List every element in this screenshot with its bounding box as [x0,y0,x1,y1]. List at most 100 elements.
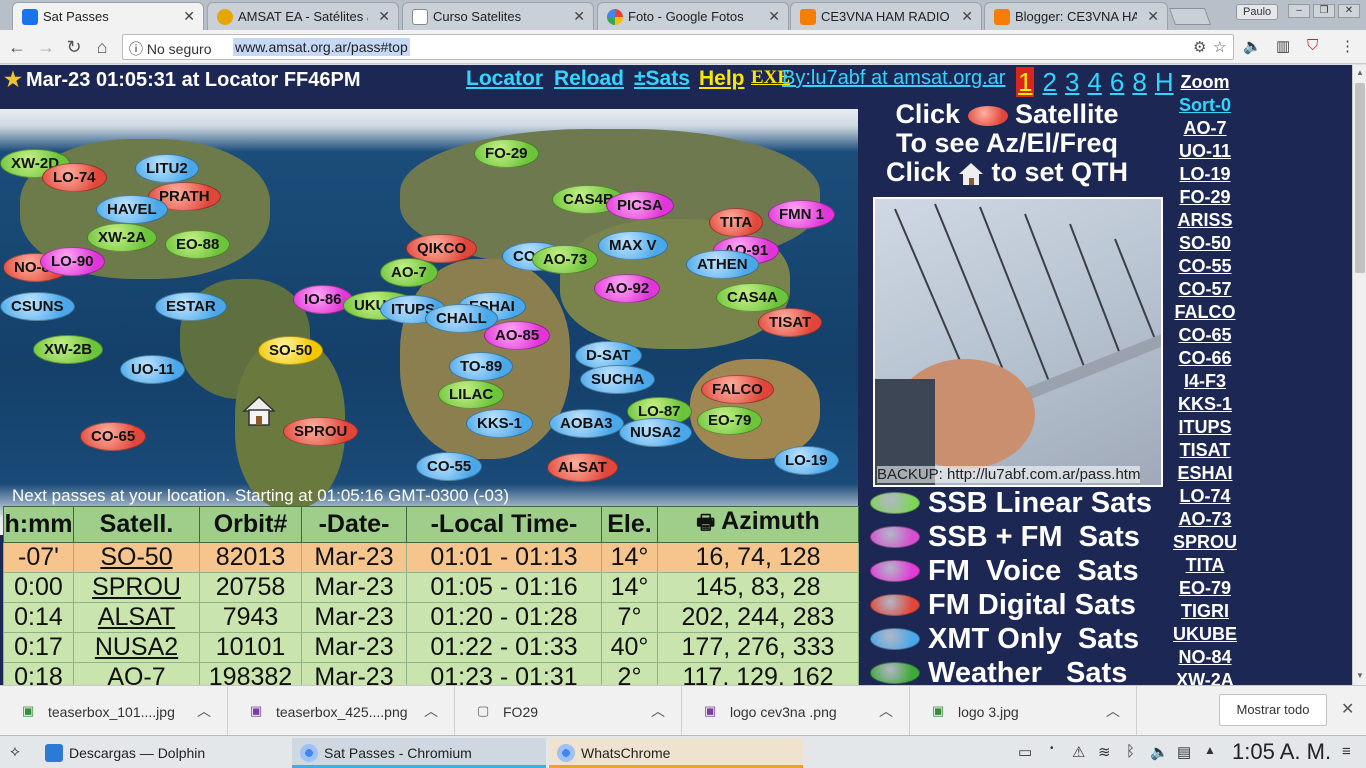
satellite-list-link[interactable]: FALCO [1168,301,1242,324]
satellite-list-link[interactable]: CO-65 [1168,324,1242,347]
satellite-marker[interactable]: AO-73 [532,245,599,274]
download-item[interactable]: ▣ teaserbox_101....jpg ︿ [0,686,228,736]
satellite-marker[interactable]: HAVEL [96,195,168,224]
chevron-up-icon[interactable]: ▲ [1204,743,1216,757]
satellite-list-link[interactable]: CO-57 [1168,278,1242,301]
download-item[interactable]: ▣ logo 3.jpg ︿ [910,686,1137,736]
satellite-list-link[interactable]: Sort-0 [1168,94,1242,117]
scrollbar-thumb[interactable] [1355,83,1365,273]
chevron-up-icon[interactable]: ︿ [424,701,438,721]
close-tab-icon[interactable]: ✕ [1147,8,1159,25]
satellite-list-link[interactable]: KKS-1 [1168,393,1242,416]
new-tab-button[interactable] [1168,8,1212,25]
satellite-marker[interactable]: XW-2B [33,335,104,364]
author-link[interactable]: By:lu7abf at amsat.org.ar [782,67,1005,90]
satellite-marker[interactable]: SPROU [283,417,359,446]
clipboard-icon[interactable]: ▤ [1177,743,1191,761]
chevron-up-icon[interactable]: ︿ [879,701,893,721]
satellite-marker[interactable]: PICSA [606,191,674,220]
locator-link[interactable]: Locator [466,67,543,91]
satellite-list-link[interactable]: SO-50 [1168,232,1242,255]
reload-link[interactable]: Reload [554,67,624,91]
minimize-button[interactable]: – [1288,4,1310,18]
satellite-marker[interactable]: AO-85 [484,321,551,350]
chevron-up-icon[interactable]: ︿ [197,701,211,721]
satellite-list-link[interactable]: AO-73 [1168,508,1242,531]
download-item[interactable]: ▢ FO29 ︿ [455,686,682,736]
satellite-list-link[interactable]: EO-79 [1168,577,1242,600]
back-icon[interactable]: ← [6,37,28,58]
download-item[interactable]: ▣ teaserbox_425....png ︿ [228,686,455,736]
extension-icon[interactable]: ▥ [1276,37,1290,55]
profile-button[interactable]: Paulo [1236,4,1279,20]
satellite-list-link[interactable]: UKUBE [1168,623,1242,646]
satellite-marker[interactable]: FALCO [701,375,774,404]
satellite-marker[interactable]: TISAT [758,308,823,337]
satellite-cell[interactable]: SPROU [73,572,200,603]
home-qth-icon[interactable] [242,395,276,427]
chevron-up-icon[interactable]: ︿ [1106,701,1120,721]
satellite-marker[interactable]: LILAC [438,380,505,409]
launcher-icon[interactable]: ⟡ [10,743,20,760]
task-dolphin[interactable]: Descargas — Dolphin [37,738,289,768]
show-all-downloads-button[interactable]: Mostrar todo [1219,694,1327,726]
page-link[interactable]: 6 [1110,67,1124,97]
close-downloads-icon[interactable]: ✕ [1341,699,1354,719]
satellite-list-link[interactable]: AO-7 [1168,117,1242,140]
satellite-marker[interactable]: MAX V [598,231,668,260]
satellite-marker[interactable]: CO-65 [80,422,147,451]
update-icon[interactable]: ⚠ [1072,743,1085,761]
page-link[interactable]: 1 [1016,67,1035,97]
tab-blogger[interactable]: Blogger: CE3VNA HAM ✕ [984,2,1168,30]
satellite-list-link[interactable]: ESHAI [1168,462,1242,485]
tab-sat-passes[interactable]: Sat Passes ✕ [12,2,204,31]
satellite-list-link[interactable]: I4-F3 [1168,370,1242,393]
satellite-marker[interactable]: LO-74 [42,163,107,192]
satellite-marker[interactable]: CO-55 [416,452,483,481]
satellite-list-link[interactable]: ITUPS [1168,416,1242,439]
satellite-list-link[interactable]: NO-84 [1168,646,1242,669]
task-chromium[interactable]: Sat Passes - Chromium [292,738,546,768]
satellite-list-link[interactable]: TITA [1168,554,1242,577]
help-link[interactable]: Help [699,67,745,91]
close-tab-icon[interactable]: ✕ [961,8,973,25]
satellite-marker[interactable]: FO-29 [474,139,539,168]
download-item[interactable]: ▣ logo cev3na .png ︿ [682,686,910,736]
security-indicator[interactable]: ⓘ No seguro [129,39,211,59]
volume-icon[interactable]: 🔈 [1150,743,1169,761]
satellite-marker[interactable]: AO-7 [380,258,438,287]
satellite-cell[interactable]: SO-50 [73,542,200,573]
forward-icon[interactable]: → [35,37,57,58]
clock[interactable]: 1:05 A. M. [1232,739,1331,765]
scroll-up-icon[interactable]: ▲ [1356,68,1364,77]
tab-google-fotos[interactable]: Foto - Google Fotos ✕ [597,2,789,30]
satellite-marker[interactable]: LO-90 [40,247,105,276]
satellite-marker[interactable]: ALSAT [547,453,618,482]
reload-icon[interactable]: ↻ [63,37,85,58]
satellite-list-link[interactable]: CO-55 [1168,255,1242,278]
menu-icon[interactable]: ≡ [1342,743,1351,760]
satellite-list-link[interactable]: ARISS [1168,209,1242,232]
close-tab-icon[interactable]: ✕ [378,8,390,25]
satellite-list-link[interactable]: XW-2A [1168,669,1242,685]
satellite-marker[interactable]: KKS-1 [466,409,534,438]
printer-icon[interactable]: 🖶 [696,512,715,534]
satellite-marker[interactable]: XW-2A [87,223,158,252]
satellite-marker[interactable]: EO-79 [697,406,763,435]
ublock-icon[interactable]: ⛉ [1307,37,1318,54]
chevron-up-icon[interactable]: ︿ [651,701,665,721]
satellite-list-link[interactable]: TIGRI [1168,600,1242,623]
maximize-button[interactable]: ❐ [1313,4,1335,18]
satellite-list-link[interactable]: LO-74 [1168,485,1242,508]
page-link[interactable]: 4 [1087,67,1101,97]
satellite-marker[interactable]: EO-88 [165,230,231,259]
satellite-cell[interactable]: AO-7 [73,662,200,685]
satellite-marker[interactable]: SO-50 [258,336,324,365]
satellite-marker[interactable]: NUSA2 [619,418,692,447]
page-link[interactable]: 8 [1132,67,1146,97]
satellite-list-link[interactable]: UO-11 [1168,140,1242,163]
sats-link[interactable]: ±Sats [634,67,690,91]
tab-amsat-ea[interactable]: AMSAT EA - Satélites a ✕ [207,2,399,30]
satellite-marker[interactable]: LITU2 [135,154,199,183]
wifi-icon[interactable]: ≋ [1098,743,1111,761]
